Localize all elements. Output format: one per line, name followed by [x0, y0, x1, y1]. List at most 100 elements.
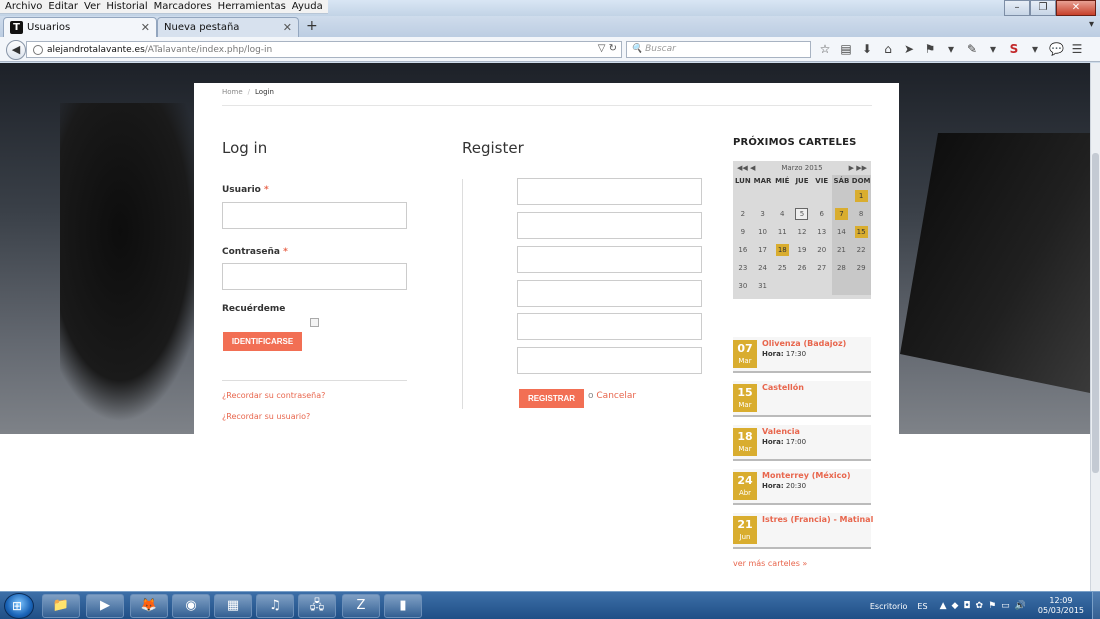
- calendar-day[interactable]: 13: [812, 223, 832, 241]
- calendar-day[interactable]: 21: [831, 241, 852, 259]
- breadcrumb-home[interactable]: Home: [222, 88, 243, 96]
- tab-nueva-pestana[interactable]: Nueva pestaña ✕: [157, 17, 299, 37]
- event-item[interactable]: 24 Abr Monterrey (México) Hora: 20:30: [733, 469, 871, 505]
- url-bar[interactable]: alejandrotalavante.es /ATalavante/index.…: [26, 41, 622, 58]
- calendar-day[interactable]: 14: [831, 223, 852, 241]
- calendar-day[interactable]: 20: [812, 241, 832, 259]
- remember-checkbox[interactable]: [310, 318, 319, 327]
- menu-editar[interactable]: Editar: [45, 0, 81, 13]
- register-field-1[interactable]: [517, 178, 702, 205]
- calendar-day[interactable]: 11: [772, 223, 792, 241]
- media-player-taskbar-icon[interactable]: ▶: [86, 594, 124, 618]
- show-desktop-button[interactable]: [1092, 592, 1100, 619]
- register-field-6[interactable]: [517, 347, 702, 374]
- calendar-day[interactable]: 30: [733, 277, 753, 295]
- calendar-day[interactable]: 22: [851, 241, 871, 259]
- back-button[interactable]: ◀: [6, 40, 26, 60]
- bookmark-star-icon[interactable]: ☆: [818, 42, 832, 56]
- forgot-username-link[interactable]: ¿Recordar su usuario?: [222, 412, 310, 421]
- menu-hamburger-icon[interactable]: ☰: [1070, 42, 1084, 56]
- register-field-4[interactable]: [517, 280, 702, 307]
- cancel-link[interactable]: Cancelar: [596, 391, 636, 401]
- calendar-day[interactable]: 18: [772, 241, 792, 259]
- chart-app-taskbar-icon[interactable]: ▮: [384, 594, 422, 618]
- tray-sync-icon[interactable]: ✿: [976, 601, 984, 611]
- event-title-link[interactable]: Castellón: [762, 383, 804, 392]
- tray-app-icon[interactable]: ◆: [951, 601, 958, 611]
- spotify-taskbar-icon[interactable]: ♫: [256, 594, 294, 618]
- event-item[interactable]: 21 Jun Istres (Francia) - Matinal: [733, 513, 873, 549]
- login-submit-button[interactable]: IDENTIFICARSE: [223, 332, 302, 351]
- tab-list-icon[interactable]: ▾: [1089, 19, 1094, 30]
- home-icon[interactable]: ⌂: [881, 42, 895, 56]
- tray-monitor-icon[interactable]: ▭: [1001, 601, 1010, 611]
- calendar-day[interactable]: 3: [753, 205, 773, 223]
- close-tab-icon[interactable]: ✕: [141, 21, 150, 34]
- register-field-3[interactable]: [517, 246, 702, 273]
- calendar-day[interactable]: 9: [733, 223, 753, 241]
- filezilla-taskbar-icon[interactable]: Z: [342, 594, 380, 618]
- calendar-day[interactable]: 10: [753, 223, 773, 241]
- start-button[interactable]: ⊞: [4, 593, 34, 619]
- close-tab-icon[interactable]: ✕: [283, 21, 292, 34]
- dropdown-icon[interactable]: ▾: [944, 42, 958, 56]
- tray-flag-icon[interactable]: ⚑: [988, 601, 996, 611]
- menu-archivo[interactable]: Archivo: [2, 0, 45, 13]
- event-title-link[interactable]: Valencia: [762, 427, 800, 436]
- search-input[interactable]: 🔍 Buscar: [626, 41, 811, 58]
- calendar-next-icon[interactable]: ▶ ▶▶: [849, 164, 867, 172]
- password-input[interactable]: [222, 263, 407, 290]
- maximize-button[interactable]: ❐: [1030, 0, 1056, 16]
- calendar-day[interactable]: 31: [753, 277, 773, 295]
- calendar-prev-icon[interactable]: ◀◀ ◀: [737, 164, 755, 172]
- dropdown-icon[interactable]: ▾: [1028, 42, 1042, 56]
- calendar-day[interactable]: 24: [753, 259, 773, 277]
- register-submit-button[interactable]: REGISTRAR: [519, 389, 584, 408]
- language-indicator[interactable]: ES: [917, 602, 927, 611]
- download-icon[interactable]: ⬇: [860, 42, 874, 56]
- calendar-day[interactable]: 8: [851, 205, 871, 223]
- event-title-link[interactable]: Olivenza (Badajoz): [762, 339, 846, 348]
- volume-icon[interactable]: 🔊: [1015, 601, 1026, 611]
- calendar-day[interactable]: 25: [772, 259, 792, 277]
- reading-list-icon[interactable]: ▤: [839, 42, 853, 56]
- tab-usuarios[interactable]: T Usuarios ✕: [3, 17, 157, 37]
- calendar-day[interactable]: 2: [733, 205, 753, 223]
- menu-herramientas[interactable]: Herramientas: [215, 0, 289, 13]
- calendar-day[interactable]: 17: [753, 241, 773, 259]
- menu-ver[interactable]: Ver: [81, 0, 103, 13]
- calendar-day[interactable]: 23: [733, 259, 753, 277]
- new-tab-icon[interactable]: +: [306, 18, 318, 34]
- apps-taskbar-icon[interactable]: ▦: [214, 594, 252, 618]
- desktop-toolbar-label[interactable]: Escritorio: [870, 602, 908, 611]
- event-item[interactable]: 15 Mar Castellón: [733, 381, 871, 417]
- calendar-day[interactable]: 28: [831, 259, 852, 277]
- calendar-day[interactable]: 5: [792, 205, 812, 223]
- calendar-day[interactable]: 27: [812, 259, 832, 277]
- minimize-button[interactable]: –: [1004, 0, 1030, 16]
- page-scrollbar[interactable]: [1090, 63, 1100, 591]
- firefox-taskbar-icon[interactable]: 🦊: [130, 594, 168, 618]
- tray-expand-icon[interactable]: ▲: [940, 601, 947, 611]
- scrollbar-thumb[interactable]: [1092, 153, 1099, 473]
- more-events-link[interactable]: ver más carteles »: [733, 559, 807, 568]
- s-extension-icon[interactable]: S: [1007, 42, 1021, 56]
- register-field-2[interactable]: [517, 212, 702, 239]
- calendar-day[interactable]: 26: [792, 259, 812, 277]
- calendar-day[interactable]: 29: [851, 259, 871, 277]
- close-window-button[interactable]: ✕: [1056, 0, 1096, 16]
- network-taskbar-icon[interactable]: 🖧: [298, 594, 336, 618]
- event-item[interactable]: 18 Mar Valencia Hora: 17:00: [733, 425, 871, 461]
- forgot-password-link[interactable]: ¿Recordar su contraseña?: [222, 391, 325, 400]
- calendar-day[interactable]: 1: [851, 187, 871, 205]
- menu-marcadores[interactable]: Marcadores: [151, 0, 215, 13]
- event-title-link[interactable]: Monterrey (México): [762, 471, 851, 480]
- extension-flag-icon[interactable]: ⚑: [923, 42, 937, 56]
- username-input[interactable]: [222, 202, 407, 229]
- tray-bag-icon[interactable]: ◘: [963, 601, 970, 611]
- calendar-day[interactable]: 6: [812, 205, 832, 223]
- menu-ayuda[interactable]: Ayuda: [289, 0, 326, 13]
- calendar-day[interactable]: 7: [831, 205, 852, 223]
- menu-historial[interactable]: Historial: [103, 0, 150, 13]
- calendar-day[interactable]: 12: [792, 223, 812, 241]
